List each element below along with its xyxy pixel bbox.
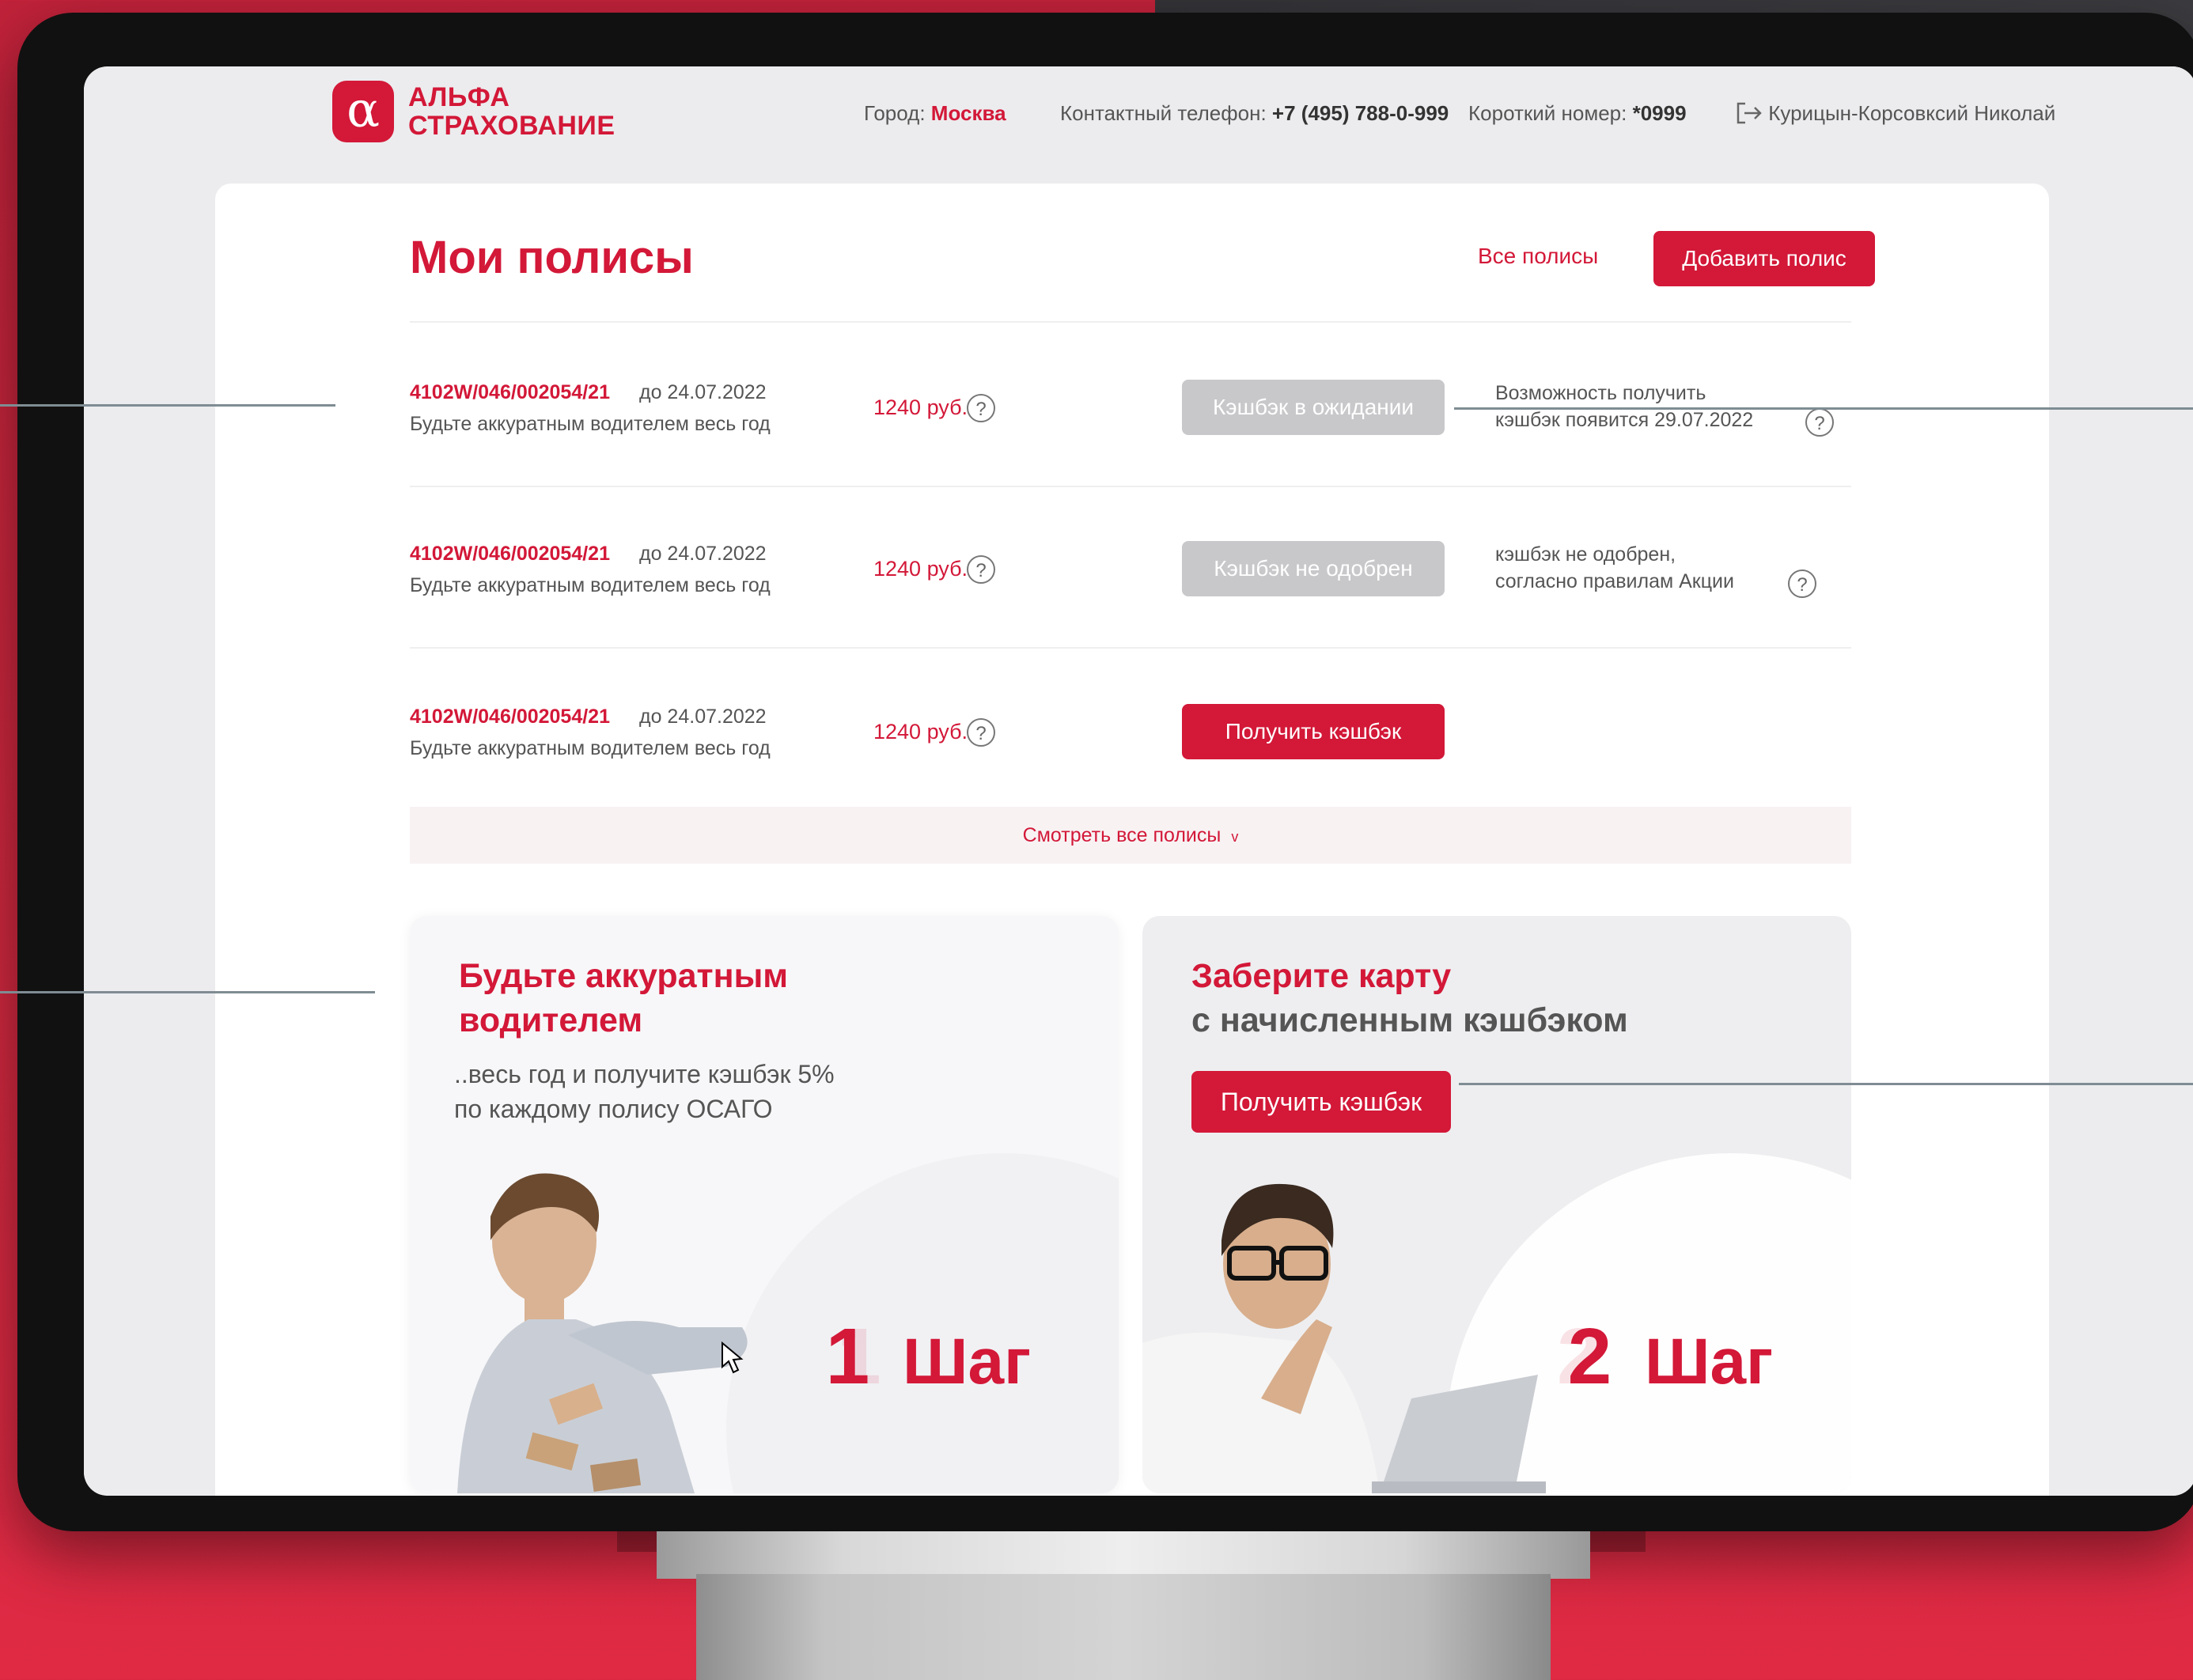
short-number-label: Короткий номер: [1468, 101, 1627, 125]
cashback-note: кэшбэк не одобрен, согласно правилам Акц… [1495, 541, 1734, 595]
view-all-label: Смотреть все полисы [1022, 824, 1221, 846]
help-icon[interactable]: ? [967, 394, 995, 422]
cashback-pending-button: Кэшбэк в ожидании [1182, 380, 1445, 435]
promo-step-1-card: Будьте аккуратным водителем ..весь год и… [410, 916, 1119, 1493]
city-selector[interactable]: Город: Москва [864, 101, 1006, 126]
step-word: Шаг [903, 1326, 1032, 1398]
contact-phone: Контактный телефон: +7 (495) 788-0-999 [1060, 101, 1449, 126]
promo2-title-line1: Заберите карту [1191, 957, 1452, 995]
policy-description: Будьте аккуратным водителем весь год [410, 574, 771, 596]
note-line2: кэшбэк появится 29.07.2022 [1495, 409, 1754, 431]
promo1-sub-line2: по каждому полису ОСАГО [454, 1095, 773, 1123]
promo1-title-line1: Будьте аккуратным [459, 957, 789, 995]
site-header: α АЛЬФА СТРАХОВАНИЕ Город: Москва Контак… [215, 66, 2055, 185]
brand-logo[interactable]: α АЛЬФА СТРАХОВАНИЕ [332, 81, 615, 142]
thinking-man-image [1142, 1183, 1546, 1493]
chevron-down-icon: v [1231, 829, 1239, 845]
policy-number[interactable]: 4102W/046/002054/21 [410, 543, 610, 566]
brand-name: АЛЬФА СТРАХОВАНИЕ [408, 83, 615, 140]
note-line1: Возможность получить [1495, 382, 1706, 404]
callout-line [0, 991, 375, 993]
get-cashback-button[interactable]: Получить кэшбэк [1182, 704, 1445, 759]
policy-valid-until: до 24.07.2022 [639, 543, 767, 565]
policy-valid-until: до 24.07.2022 [639, 706, 767, 728]
policy-row: 4102W/046/002054/21 до 24.07.2022 Будьте… [410, 704, 1851, 783]
promo1-title: Будьте аккуратным водителем [459, 954, 788, 1042]
help-icon[interactable]: ? [1788, 569, 1816, 598]
brand-name-line1: АЛЬФА [408, 82, 510, 112]
cashback-amount: 1240 руб. [873, 395, 968, 419]
promo1-sub-line1: ..весь год и получите кэшбэк 5% [454, 1060, 835, 1088]
divider [410, 486, 1851, 487]
policy-valid-until: до 24.07.2022 [639, 381, 767, 403]
phone-value[interactable]: +7 (495) 788-0-999 [1272, 101, 1449, 125]
divider [410, 321, 1851, 323]
get-cashback-promo-button[interactable]: Получить кэшбэк [1191, 1071, 1451, 1133]
short-number-value[interactable]: *0999 [1633, 101, 1687, 125]
left-gutter [84, 66, 215, 1496]
policy-number[interactable]: 4102W/046/002054/21 [410, 706, 610, 728]
phone-label: Контактный телефон: [1060, 101, 1267, 125]
step-1-label: 11 Шаг [826, 1311, 1032, 1402]
step-2-label: 22 Шаг [1557, 1311, 1773, 1402]
user-name: Курицын-Корсовксий Николай [1768, 101, 2056, 125]
callout-line [0, 404, 335, 407]
cashback-note: Возможность получить кэшбэк появится 29.… [1495, 380, 1753, 433]
promo2-title: Заберите карту с начисленным кэшбэком [1191, 954, 1628, 1042]
promo1-title-line2: водителем [459, 1001, 643, 1039]
help-icon[interactable]: ? [967, 555, 995, 584]
step-word: Шаг [1645, 1326, 1774, 1398]
monitor-stand-neck [657, 1531, 1590, 1579]
short-number: Короткий номер: *0999 [1468, 101, 1687, 126]
promo-step-2-card: Заберите карту с начисленным кэшбэком По… [1142, 916, 1851, 1493]
callout-line [1459, 1083, 2193, 1085]
promo2-title-line2: с начисленным кэшбэком [1191, 1001, 1628, 1039]
help-icon[interactable]: ? [1805, 408, 1834, 437]
policy-description: Будьте аккуратным водителем весь год [410, 737, 771, 759]
cashback-amount: 1240 руб. [873, 720, 968, 744]
brand-name-line2: СТРАХОВАНИЕ [408, 111, 615, 141]
policy-number[interactable]: 4102W/046/002054/21 [410, 381, 610, 404]
cashback-amount: 1240 руб. [873, 557, 968, 581]
view-all-policies-button[interactable]: Смотреть все полисы v [410, 807, 1851, 864]
step-number: 1 [825, 1312, 870, 1401]
user-logout[interactable]: Курицын-Корсовксий Николай [1736, 101, 2055, 126]
screen: α АЛЬФА СТРАХОВАНИЕ Город: Москва Контак… [84, 66, 2193, 1496]
policy-row: 4102W/046/002054/21 до 24.07.2022 Будьте… [410, 541, 1851, 620]
city-value[interactable]: Москва [931, 101, 1006, 125]
add-policy-button[interactable]: Добавить полис [1653, 231, 1875, 286]
logout-icon [1737, 102, 1762, 124]
note-line2: согласно правилам Акции [1495, 570, 1734, 592]
page-title: Мои полисы [410, 232, 694, 283]
man-with-money-image [457, 1173, 748, 1493]
note-line1: кэшбэк не одобрен, [1495, 543, 1676, 566]
alpha-logo-icon: α [332, 81, 394, 142]
help-icon[interactable]: ? [967, 718, 995, 747]
monitor-stand [696, 1574, 1551, 1680]
callout-line [1454, 407, 2193, 410]
monitor-frame: α АЛЬФА СТРАХОВАНИЕ Город: Москва Контак… [17, 13, 2193, 1531]
cashback-rejected-button: Кэшбэк не одобрен [1182, 541, 1445, 596]
step-number: 2 [1567, 1312, 1612, 1401]
policy-row: 4102W/046/002054/21 до 24.07.2022 Будьте… [410, 380, 1851, 459]
divider [410, 647, 1851, 649]
promo1-subtitle: ..весь год и получите кэшбэк 5% по каждо… [454, 1057, 835, 1126]
city-label: Город: [864, 101, 926, 125]
right-gutter [2065, 66, 2193, 1496]
all-policies-link[interactable]: Все полисы [1478, 244, 1598, 269]
policy-description: Будьте аккуратным водителем весь год [410, 413, 771, 435]
